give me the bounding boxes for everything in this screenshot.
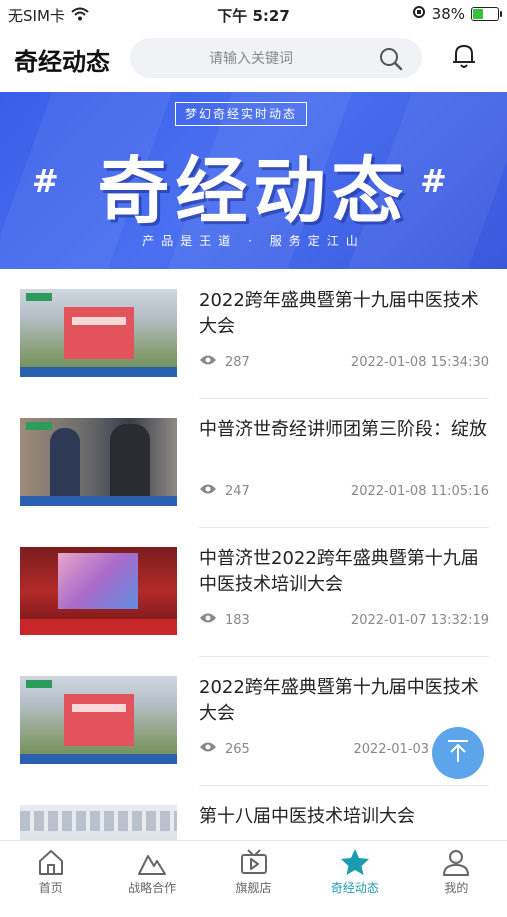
tab-home[interactable]: 首页	[0, 841, 101, 901]
divider	[199, 656, 489, 657]
news-title: 2022跨年盛典暨第十九届中医技术大会	[199, 677, 479, 724]
tab-label: 旗舰店	[235, 881, 272, 895]
status-bar: 无SIM卡 下午 5:27 38%	[0, 0, 507, 28]
tab-label: 奇经动态	[330, 881, 379, 895]
home-icon	[36, 848, 66, 880]
news-views: 247	[199, 483, 250, 499]
divider	[199, 398, 489, 399]
page-title: 奇经动态	[14, 48, 110, 76]
news-title: 2022跨年盛典暨第十九届中医技术大会	[199, 290, 479, 337]
tab-label: 战略合作	[128, 881, 177, 895]
user-icon	[441, 848, 471, 880]
tab-label: 我的	[444, 881, 469, 895]
news-view-count: 183	[225, 612, 250, 628]
news-item[interactable]: 中普济世2022跨年盛典暨第十九届中医技术培训大会 183 2022-01-07…	[0, 530, 507, 659]
news-date: 2022-01-07 13:32:19	[350, 613, 489, 628]
news-views: 287	[199, 354, 250, 370]
divider	[199, 785, 489, 786]
star-icon	[340, 848, 370, 880]
search-placeholder: 请输入关键词	[209, 51, 293, 67]
news-views: 265	[199, 741, 250, 757]
news-title: 中普济世奇经讲师团第三阶段：绽放	[199, 419, 487, 440]
banner[interactable]: 梦幻奇经实时动态 # 奇经动态 # 产品是王道 · 服务定江山	[0, 92, 507, 269]
tab-news[interactable]: 奇经动态	[304, 841, 405, 901]
news-title: 中普济世2022跨年盛典暨第十九届中医技术培训大会	[199, 548, 479, 595]
search-input[interactable]: 请输入关键词	[130, 38, 422, 78]
news-item[interactable]: 2022跨年盛典暨第十九届中医技术大会 287 2022-01-08 15:34…	[0, 272, 507, 401]
orientation-lock-icon	[412, 5, 426, 23]
arrow-up-icon	[445, 738, 471, 768]
news-view-count: 265	[225, 741, 250, 757]
back-to-top-button[interactable]	[432, 727, 484, 779]
news-date: 2022-01-08 11:05:16	[350, 484, 489, 499]
news-date: 2022-01-08 15:34:30	[350, 355, 489, 370]
eye-icon	[199, 483, 217, 499]
eye-icon	[199, 612, 217, 628]
news-thumbnail	[20, 547, 177, 635]
mountain-icon	[137, 848, 167, 880]
news-item[interactable]: 中普济世奇经讲师团第三阶段：绽放 247 2022-01-08 11:05:16	[0, 401, 507, 530]
bell-icon[interactable]	[451, 42, 477, 74]
battery-icon	[471, 7, 502, 21]
news-thumbnail	[20, 289, 177, 377]
news-thumbnail	[20, 676, 177, 764]
eye-icon	[199, 354, 217, 370]
banner-subtitle: 产品是王道 · 服务定江山	[142, 234, 365, 248]
news-view-count: 287	[225, 354, 250, 370]
tab-flagship-store[interactable]: 旗舰店	[203, 841, 304, 901]
banner-tag: 梦幻奇经实时动态	[175, 102, 307, 126]
banner-hash-right: #	[420, 162, 447, 200]
divider	[199, 527, 489, 528]
tab-strategic-cooperation[interactable]: 战略合作	[101, 841, 202, 901]
tab-label: 首页	[38, 881, 63, 895]
news-view-count: 247	[225, 483, 250, 499]
news-date: 2022-01-03	[353, 742, 429, 757]
eye-icon	[199, 741, 217, 757]
top-header: 奇经动态 请输入关键词	[0, 32, 507, 88]
news-thumbnail	[20, 418, 177, 506]
news-item[interactable]: 2022跨年盛典暨第十九届中医技术大会 265 2022-01-03	[0, 659, 507, 788]
news-title: 第十八届中医技术培训大会	[199, 806, 415, 827]
video-icon	[239, 848, 269, 880]
search-icon[interactable]	[378, 46, 404, 76]
tab-profile[interactable]: 我的	[406, 841, 507, 901]
battery-percent: 38%	[431, 5, 465, 23]
bottom-tab-bar: 首页 战略合作 旗舰店 奇经动态 我的	[0, 840, 507, 901]
news-views: 183	[199, 612, 250, 628]
news-list: 2022跨年盛典暨第十九届中医技术大会 287 2022-01-08 15:34…	[0, 272, 507, 917]
